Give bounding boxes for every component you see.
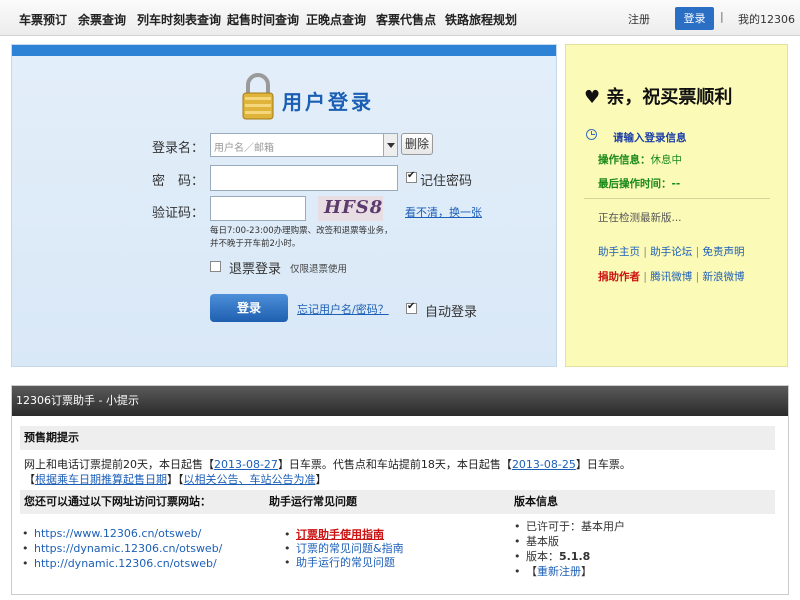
list-item: http://dynamic.12306.cn/otsweb/ <box>22 556 222 571</box>
licensed-to: 已许可于：基本用户 <box>526 520 625 533</box>
faq-list: 订票助手使用指南 订票的常见问题&指南 助手运行的常见问题 <box>284 528 404 570</box>
url-link[interactable]: http://dynamic.12306.cn/otsweb/ <box>34 557 217 570</box>
list-item: 助手运行的常见问题 <box>284 556 404 570</box>
last-op: 最后操作时间：-- <box>598 176 680 191</box>
presale-date-station[interactable]: 2013-08-25 <box>512 458 576 471</box>
username-placeholder: 用户名／邮箱 <box>214 143 274 154</box>
presale-title: 预售期提示 <box>20 426 775 450</box>
nav-item-agencies[interactable]: 客票代售点 <box>376 11 436 28</box>
social-links: 捐助作者 | 腾讯微博 | 新浪微博 <box>598 271 745 283</box>
list-item: 已许可于：基本用户 <box>514 519 625 534</box>
login-title: 用户登录 <box>282 90 374 114</box>
helper-links: 助手主页 | 助手论坛 | 免责声明 <box>598 246 745 258</box>
login-panel-topbar <box>12 45 556 56</box>
alt-urls-list: https://www.12306.cn/otsweb/ https://dyn… <box>22 526 222 571</box>
captcha-refresh-link[interactable]: 看不清，换一张 <box>405 204 482 220</box>
announcement-link[interactable]: 以相关公告、车站公告为准 <box>184 473 316 486</box>
divider <box>584 198 770 199</box>
faq-title: 助手运行常见问题 <box>265 490 510 514</box>
tips-header: 12306订票助手 - 小提示 <box>12 386 788 416</box>
password-label: 密 码： <box>152 174 205 189</box>
nav-item-timetable[interactable]: 列车时刻表查询 <box>137 11 221 28</box>
forgot-password-link[interactable]: 忘记用户名/密码？ <box>297 301 389 317</box>
version-list: 已许可于：基本用户 基本版 版本：5.1.8 【重新注册】 <box>514 519 625 579</box>
list-item: https://www.12306.cn/otsweb/ <box>22 526 222 541</box>
refund-login-checkbox[interactable] <box>210 261 221 272</box>
op-info-label: 操作信息： <box>598 154 651 166</box>
refund-login-label: 退票登录 <box>229 262 282 277</box>
remember-password-checkbox[interactable] <box>406 170 417 183</box>
password-input[interactable] <box>210 165 398 191</box>
booking-faq-link[interactable]: 订票的常见问题&指南 <box>296 542 404 555</box>
list-item: https://dynamic.12306.cn/otsweb/ <box>22 541 222 556</box>
tencent-weibo-link[interactable]: 腾讯微博 <box>650 271 692 283</box>
nav-item-journey-plan[interactable]: 铁路旅程规划 <box>445 11 517 28</box>
last-op-value: -- <box>671 178 681 190</box>
clock-icon <box>586 129 597 140</box>
url-link[interactable]: https://www.12306.cn/otsweb/ <box>34 527 201 540</box>
calc-sale-date-link[interactable]: 根据乘车日期推算起售日期 <box>35 473 167 486</box>
edition: 基本版 <box>526 535 559 548</box>
op-info: 操作信息：休息中 <box>598 152 682 167</box>
username-input[interactable]: 用户名／邮箱 <box>210 133 398 157</box>
register-link[interactable]: 注册 <box>628 11 650 27</box>
login-submit-button[interactable]: 登录 <box>210 294 288 322</box>
alt-urls-title: 您还可以通过以下网址访问订票网站： <box>20 490 265 514</box>
list-item: 基本版 <box>514 534 625 549</box>
presale-line-1: 网上和电话订票提前20天，本日起售【2013-08-27】日车票。代售点和车站提… <box>24 458 631 471</box>
last-op-label: 最后操作时间： <box>598 178 672 190</box>
usage-guide-link[interactable]: 订票助手使用指南 <box>296 528 384 541</box>
helper-forum-link[interactable]: 助手论坛 <box>650 246 692 258</box>
list-item: 版本：5.1.8 <box>514 549 625 564</box>
nav-item-remaining-tickets[interactable]: 余票查询 <box>78 11 126 28</box>
nav-item-delay[interactable]: 正晚点查询 <box>306 11 366 28</box>
delete-button[interactable]: 删除 <box>401 133 433 155</box>
sina-weibo-link[interactable]: 新浪微博 <box>702 271 744 283</box>
login-panel: 用户登录 登录名： 用户名／邮箱 删除 密 码： 记住密码 验证码： HFS8 … <box>11 44 557 367</box>
captcha-image[interactable]: HFS8 <box>318 196 383 221</box>
helper-home-link[interactable]: 助手主页 <box>598 246 640 258</box>
login-prompt: 请输入登录信息 <box>613 132 687 144</box>
presale-date-online[interactable]: 2013-08-27 <box>214 458 278 471</box>
update-check-status: 正在检测最新版... <box>598 212 682 224</box>
greeting-panel: ♥ 亲，祝买票顺利 请输入登录信息 操作信息：休息中 最后操作时间：-- 正在检… <box>565 44 788 367</box>
list-item: 订票助手使用指南 <box>284 528 404 542</box>
chevron-down-icon[interactable] <box>383 134 397 156</box>
captcha-input[interactable] <box>210 196 306 221</box>
top-nav: 车票预订 余票查询 列车时刻表查询 起售时间查询 正晚点查询 客票代售点 铁路旅… <box>0 0 800 36</box>
nav-item-sale-time[interactable]: 起售时间查询 <box>227 11 299 28</box>
disclaimer-link[interactable]: 免责声明 <box>702 246 744 258</box>
my12306-link[interactable]: 我的12306 <box>738 11 795 27</box>
version-value: 5.1.8 <box>559 550 591 563</box>
version-title: 版本信息 <box>510 490 775 514</box>
hours-hint: 每日7:00-23:00办理购票、改签和退票等业务，并不晚于开车前2小时。 <box>210 226 393 249</box>
remember-password-label: 记住密码 <box>420 174 473 189</box>
greeting-title: ♥ 亲，祝买票顺利 <box>584 87 733 108</box>
nav-item-booking[interactable]: 车票预订 <box>19 11 67 28</box>
presale-line-2: 【根据乘车日期推算起售日期】【以相关公告、车站公告为准】 <box>24 473 327 486</box>
auto-login-label: 自动登录 <box>425 305 478 320</box>
username-label: 登录名： <box>152 141 205 156</box>
auto-login-checkbox[interactable] <box>406 301 417 314</box>
url-link[interactable]: https://dynamic.12306.cn/otsweb/ <box>34 542 222 555</box>
captcha-text: HFS8 <box>324 197 383 218</box>
donate-author-link[interactable]: 捐助作者 <box>598 271 640 283</box>
reregister-link[interactable]: 重新注册 <box>537 565 581 578</box>
list-item: 订票的常见问题&指南 <box>284 542 404 556</box>
version-label: 版本： <box>526 550 559 563</box>
helper-faq-link[interactable]: 助手运行的常见问题 <box>296 556 395 569</box>
lock-icon <box>242 73 274 120</box>
captcha-label: 验证码： <box>152 206 205 221</box>
nav-separator: | <box>720 10 724 23</box>
op-info-value: 休息中 <box>650 154 683 166</box>
nav-login-button[interactable]: 登录 <box>675 7 714 30</box>
list-item: 【重新注册】 <box>514 564 625 579</box>
refund-note: 仅限退票使用 <box>290 264 348 275</box>
tips-panel: 12306订票助手 - 小提示 预售期提示 网上和电话订票提前20天，本日起售【… <box>11 385 789 595</box>
